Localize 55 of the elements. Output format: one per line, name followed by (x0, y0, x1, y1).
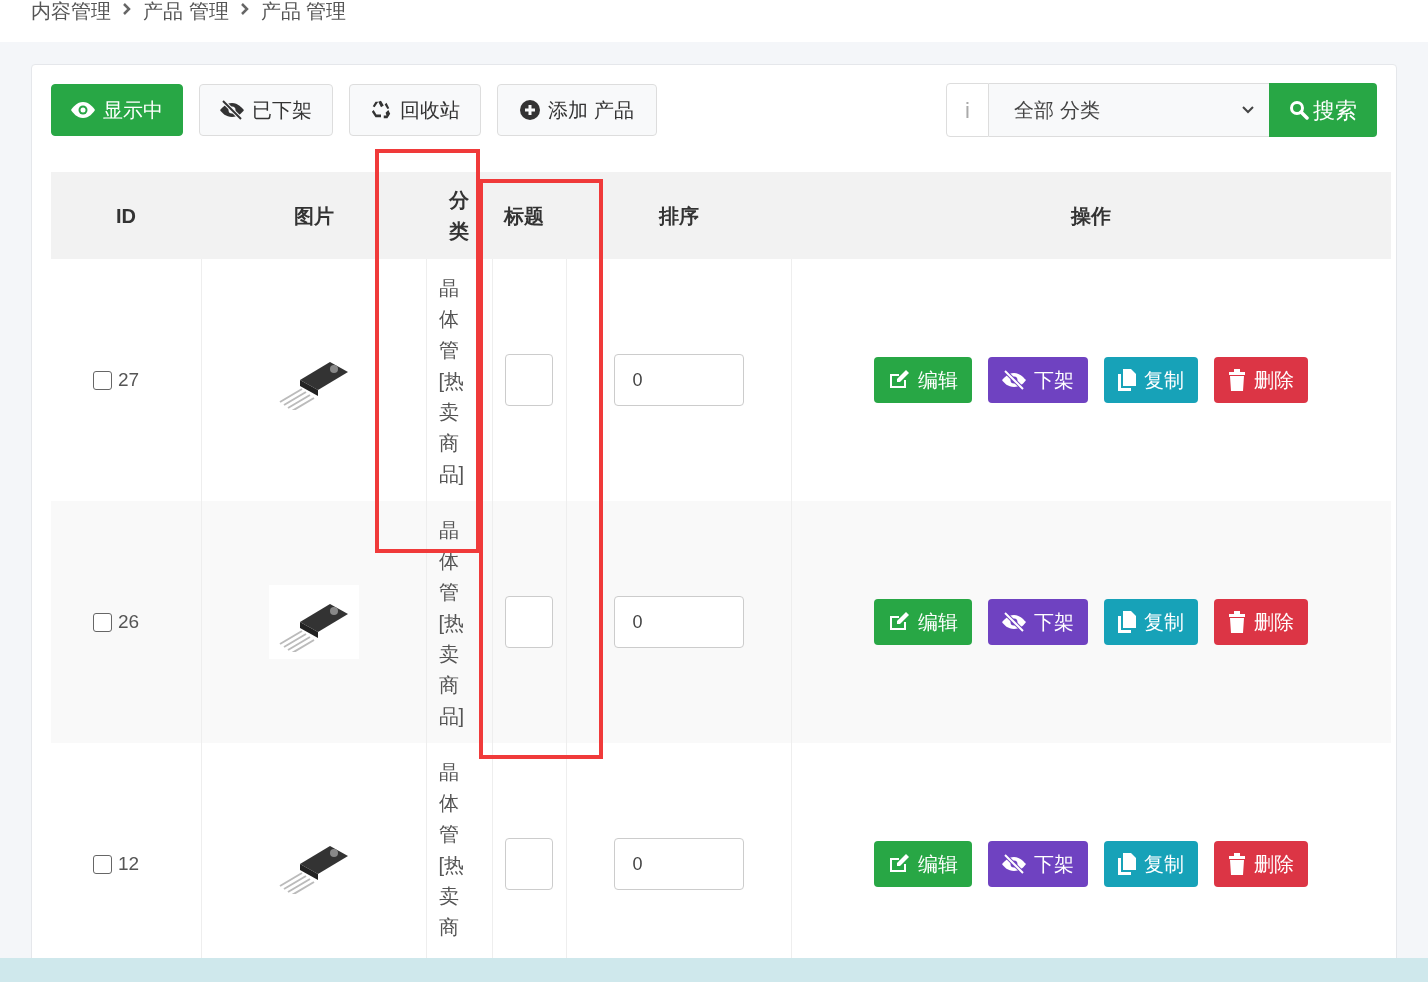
filter-tab[interactable]: 已下架 (199, 84, 333, 136)
crossed-eye-icon (220, 100, 244, 120)
title-input[interactable] (504, 354, 553, 406)
crossed-eye-icon (1002, 370, 1027, 390)
sort-input[interactable]: 0 (613, 596, 744, 648)
row-checkbox[interactable] (93, 370, 112, 390)
row-checkbox[interactable] (93, 854, 112, 874)
plus-circle-icon (520, 100, 540, 120)
chevron-right-icon (123, 3, 131, 15)
chevron-right-icon (240, 3, 249, 15)
copy-icon (1118, 611, 1137, 633)
eye-icon (71, 102, 95, 118)
category-text: 晶体管[热卖商品] (438, 276, 466, 487)
id-text: 26 (118, 609, 140, 634)
copy-icon (1118, 369, 1137, 391)
title-input[interactable] (504, 838, 553, 890)
filter-tab[interactable]: 回收站 (349, 84, 481, 136)
sort-input[interactable]: 0 (613, 354, 744, 406)
edit-icon (888, 854, 911, 874)
id-text: 12 (118, 851, 140, 876)
column-header: ID (51, 172, 201, 259)
hide-button[interactable]: 下架 (988, 357, 1089, 403)
title-input[interactable] (504, 596, 553, 648)
crossed-eye-icon (1002, 612, 1027, 632)
row-checkbox[interactable] (93, 612, 112, 632)
search-icon (1289, 100, 1309, 120)
trash-icon (1228, 853, 1247, 875)
add-product-button[interactable]: 添加 产品 (497, 84, 657, 136)
edit-icon (888, 612, 911, 632)
category-dropdown[interactable]: 全部 分类 (989, 83, 1269, 137)
breadcrumb-link[interactable]: 产品 管理 (143, 0, 229, 22)
delete-button[interactable]: 删除 (1214, 357, 1309, 403)
column-header: 排序 (566, 172, 791, 259)
edit-icon (888, 370, 911, 390)
hide-button[interactable]: 下架 (988, 841, 1089, 887)
trash-icon (1228, 611, 1247, 633)
recycle-icon (370, 99, 392, 121)
trash-icon (1228, 369, 1247, 391)
chevron-down-icon (1242, 106, 1254, 114)
copy-icon (1118, 853, 1137, 875)
input-prefix: i (946, 83, 989, 137)
column-header: 分类 (426, 172, 492, 259)
column-header: 操作 (791, 172, 1391, 259)
column-header: 标题 (492, 172, 566, 259)
category-text: 晶体管[热卖商品] (438, 518, 466, 729)
crossed-eye-icon (1002, 854, 1027, 874)
breadcrumb-link[interactable]: 内容管理 (31, 0, 111, 22)
id-text: 27 (118, 367, 140, 392)
delete-button[interactable]: 删除 (1214, 841, 1309, 887)
delete-button[interactable]: 删除 (1214, 599, 1309, 645)
column-header: 图片 (201, 172, 426, 259)
hide-button[interactable]: 下架 (988, 599, 1089, 645)
breadcrumb-link[interactable]: 产品 管理 (260, 0, 347, 22)
category-text: 晶体管[热卖商 (438, 760, 466, 940)
sort-input[interactable]: 0 (613, 838, 744, 890)
